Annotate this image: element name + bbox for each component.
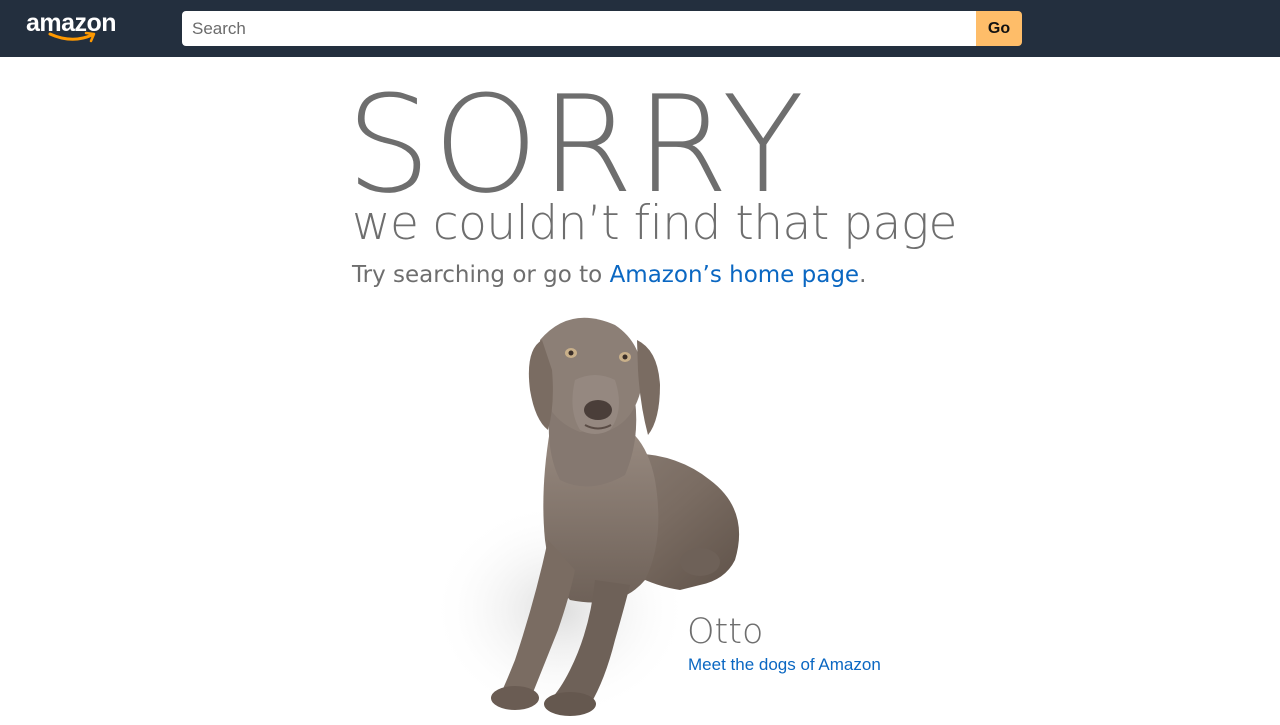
dog-name: Otto [687,612,764,652]
help-text: Try searching or go to Amazon’s home pag… [352,260,866,290]
go-button[interactable]: Go [976,11,1022,46]
search-input[interactable] [182,11,976,46]
amazon-logo[interactable]: amazon [26,8,130,48]
amazon-smile-arrow-icon [48,31,96,43]
top-navigation-bar: amazon Go [0,0,1280,57]
help-text-prefix: Try searching or go to [352,262,610,288]
meet-the-dogs-link[interactable]: Meet the dogs of Amazon [688,654,881,676]
page-subtitle: we couldn’t find that page [352,196,957,251]
help-text-suffix: . [859,262,867,288]
home-page-link[interactable]: Amazon’s home page [610,262,860,288]
